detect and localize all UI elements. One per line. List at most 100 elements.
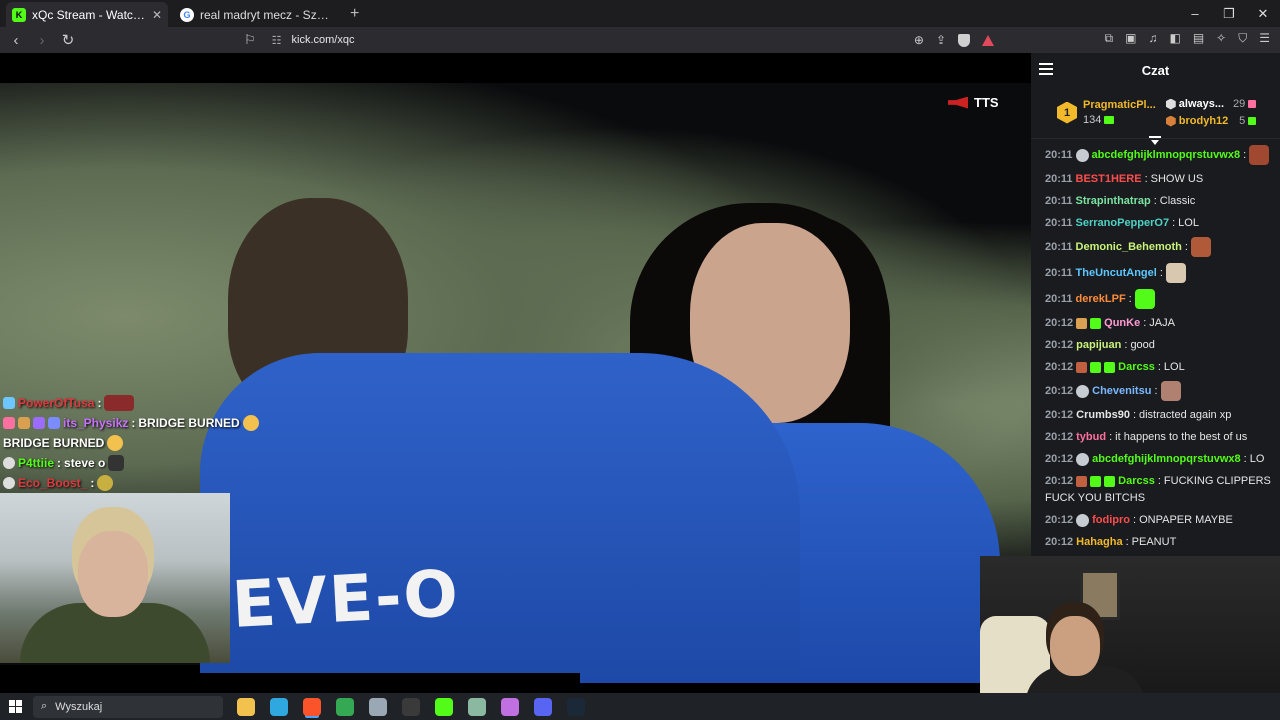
message-text: LO — [1249, 453, 1265, 465]
brave-shield-icon[interactable] — [958, 33, 970, 47]
kick-app-icon[interactable] — [435, 697, 453, 716]
scroll-to-bottom-icon[interactable] — [1149, 136, 1161, 146]
tab-kick[interactable]: K xQc Stream - Watch Live on K ✕ — [6, 2, 168, 27]
badge-icon — [1090, 475, 1102, 487]
media-icon[interactable]: ♫ — [1148, 31, 1157, 46]
extensions-icon[interactable]: ⧉ — [1105, 31, 1114, 46]
colon: : — [1154, 385, 1158, 397]
tab-search-icon[interactable]: ▣ — [1125, 31, 1136, 46]
colon: : — [1124, 339, 1128, 351]
wallet-icon[interactable]: ▤ — [1193, 31, 1204, 46]
colon: : — [90, 476, 95, 490]
chat-header: Czat — [1031, 53, 1280, 87]
restore-button[interactable]: ❐ — [1212, 0, 1246, 27]
message-time: 20:12 — [1045, 431, 1074, 443]
start-button[interactable] — [0, 700, 30, 713]
edge-icon[interactable] — [270, 697, 288, 716]
back-icon[interactable]: ‹ — [6, 32, 26, 49]
message-username[interactable]: SerranoPepperO7 — [1076, 215, 1170, 231]
app3-icon[interactable] — [501, 697, 519, 716]
badge-icon — [1090, 361, 1102, 373]
overlay-user: P4ttiie — [18, 456, 55, 470]
message-username[interactable]: Strapinthatrap — [1076, 193, 1151, 209]
new-tab-button[interactable]: + — [350, 5, 359, 23]
avatar[interactable] — [1076, 384, 1090, 398]
site-info-icon[interactable]: ☷ — [272, 34, 282, 47]
brave-rewards-icon[interactable] — [982, 34, 994, 46]
message-time: 20:12 — [1045, 409, 1074, 421]
leader-name: brodyh12 — [1178, 115, 1229, 127]
app-icon[interactable] — [369, 697, 387, 716]
url-text[interactable]: kick.com/xqc — [292, 34, 355, 46]
chat-message: 20:12 Chevenitsu: — [1045, 381, 1272, 401]
message-time: 20:12 — [1045, 339, 1074, 351]
emote-icon — [97, 475, 114, 491]
message-username[interactable]: abcdefghijklmnopqrstuvwx8 — [1092, 451, 1241, 467]
leader-name[interactable]: PragmaticPl... — [1083, 99, 1156, 111]
vpn-icon[interactable]: ⛉ — [1238, 31, 1247, 46]
leaderboard-entry[interactable]: always... 29 — [1165, 98, 1257, 110]
message-time: 20:12 — [1045, 385, 1074, 397]
overlay-text: BRIDGE BURNED — [138, 416, 240, 430]
tab-google[interactable]: G real madryt mecz - Szukaj w Google — [174, 2, 336, 27]
speaker-muted-icon — [948, 96, 968, 109]
chrome-icon[interactable] — [336, 697, 354, 716]
skull-icon — [3, 457, 15, 469]
obs-icon[interactable] — [402, 697, 420, 716]
message-username[interactable]: Demonic_Behemoth — [1076, 239, 1182, 255]
file-explorer-icon[interactable] — [237, 697, 255, 716]
message-time: 20:12 — [1045, 361, 1074, 373]
leader-count: 134 — [1083, 114, 1102, 126]
video-player[interactable]: EVE-O TTS PowerOfTusa: its_Physikz: BRID… — [0, 53, 1031, 693]
sidebar-icon[interactable]: ◧ — [1169, 31, 1180, 46]
avatar[interactable] — [1076, 452, 1090, 466]
message-text: distracted again xp — [1139, 409, 1232, 421]
zoom-icon[interactable]: ⊕ — [914, 33, 924, 47]
colon: : — [97, 396, 102, 410]
taskbar: ⌕ Wyszukaj — [0, 693, 1280, 720]
badge-icon — [1104, 475, 1116, 487]
message-username[interactable]: abcdefghijklmnopqrstuvwx8 — [1092, 147, 1241, 163]
app2-icon[interactable] — [468, 697, 486, 716]
reload-icon[interactable]: ↻ — [58, 31, 78, 49]
message-username[interactable]: Crumbs90 — [1076, 407, 1130, 423]
chat-message: 20:12 Darcss: FUCKING CLIPPERS FUCK YOU BIT… — [1045, 473, 1272, 506]
badge-icon — [1076, 361, 1088, 373]
overlay-user: Eco_Boost_ — [18, 476, 88, 490]
colon: : — [1159, 267, 1163, 279]
chat-message: 20:11 abcdefghijklmnopqrstuvwx8: — [1045, 145, 1272, 165]
close-window-button[interactable]: ✕ — [1246, 0, 1280, 27]
message-username[interactable]: papijuan — [1076, 337, 1121, 353]
message-username[interactable]: Darcss — [1118, 473, 1155, 489]
share-icon[interactable]: ⇪ — [936, 33, 946, 47]
menu-icon[interactable]: ☰ — [1259, 31, 1270, 46]
badge-icon — [3, 417, 15, 429]
message-username[interactable]: TheUncutAngel — [1076, 265, 1157, 281]
message-username[interactable]: derekLPF — [1076, 291, 1126, 307]
leo-icon[interactable]: ✧ — [1216, 31, 1226, 46]
message-username[interactable]: Hahagha — [1076, 534, 1122, 550]
search-icon: ⌕ — [41, 700, 48, 712]
address-bar[interactable]: ⚐ ☷ kick.com/xqc ⊕ ⇪ — [244, 29, 994, 51]
leaderboard-entry[interactable]: brodyh12 5 — [1165, 115, 1257, 127]
close-tab-icon[interactable]: ✕ — [152, 8, 162, 22]
message-username[interactable]: fodipro — [1092, 512, 1130, 528]
message-username[interactable]: Chevenitsu — [1092, 383, 1151, 399]
message-username[interactable]: QunKe — [1104, 315, 1140, 331]
message-username[interactable]: Darcss — [1118, 359, 1155, 375]
message-username[interactable]: BEST1HERE — [1076, 171, 1142, 187]
taskbar-search[interactable]: ⌕ Wyszukaj — [33, 695, 223, 718]
emote-icon — [104, 395, 135, 411]
discord-icon[interactable] — [534, 697, 552, 716]
avatar[interactable] — [1076, 513, 1090, 527]
collapse-chat-icon[interactable] — [1039, 63, 1053, 75]
brave-icon[interactable] — [303, 697, 321, 716]
bookmark-icon[interactable]: ⚐ — [244, 32, 256, 48]
minimize-button[interactable]: – — [1178, 0, 1212, 27]
avatar[interactable] — [1075, 148, 1089, 162]
chat-message: 20:11 derekLPF: — [1045, 289, 1272, 309]
forward-icon[interactable]: › — [32, 32, 52, 49]
message-username[interactable]: tybud — [1076, 429, 1106, 445]
steam-icon[interactable] — [567, 697, 585, 716]
chat-message: 20:11 BEST1HERE: SHOW US — [1045, 171, 1272, 187]
